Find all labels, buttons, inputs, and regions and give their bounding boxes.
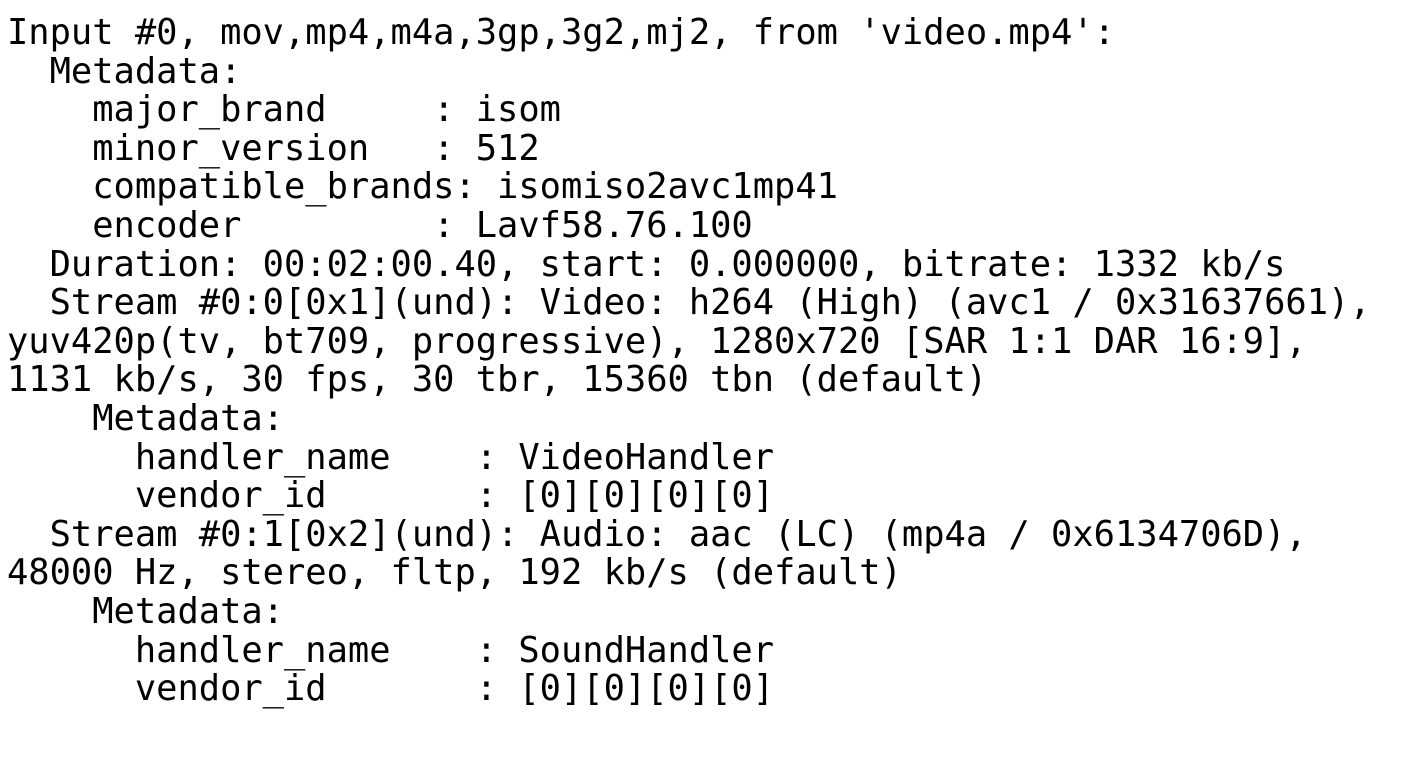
console-line: major_brand : isom (7, 89, 561, 131)
console-line: Metadata: (7, 50, 242, 92)
console-line: handler_name : VideoHandler (7, 436, 775, 478)
console-line: Metadata: (7, 590, 284, 632)
terminal-output-pane[interactable]: Input #0, mov,mp4,m4a,3gp,3g2,mj2, from … (0, 0, 1421, 776)
console-line: 1131 kb/s, 30 fps, 30 tbr, 15360 tbn (de… (7, 359, 988, 401)
console-line: yuv420p(tv, bt709, progressive), 1280x72… (7, 320, 1307, 362)
console-line: minor_version : 512 (7, 127, 540, 169)
console-line: 48000 Hz, stereo, fltp, 192 kb/s (defaul… (7, 552, 902, 594)
console-line: Duration: 00:02:00.40, start: 0.000000, … (7, 243, 1286, 285)
console-line: vendor_id : [0][0][0][0] (7, 475, 775, 517)
console-line: Stream #0:1[0x2](und): Audio: aac (LC) (… (7, 513, 1307, 555)
console-line: Stream #0:0[0x1](und): Video: h264 (High… (7, 282, 1371, 324)
console-line: vendor_id : [0][0][0][0] (7, 668, 775, 710)
console-line: handler_name : SoundHandler (7, 629, 775, 671)
console-line: Metadata: (7, 397, 284, 439)
console-line: compatible_brands: isomiso2avc1mp41 (7, 166, 838, 208)
console-line: encoder : Lavf58.76.100 (7, 204, 753, 246)
console-line: Input #0, mov,mp4,m4a,3gp,3g2,mj2, from … (7, 12, 1115, 53)
